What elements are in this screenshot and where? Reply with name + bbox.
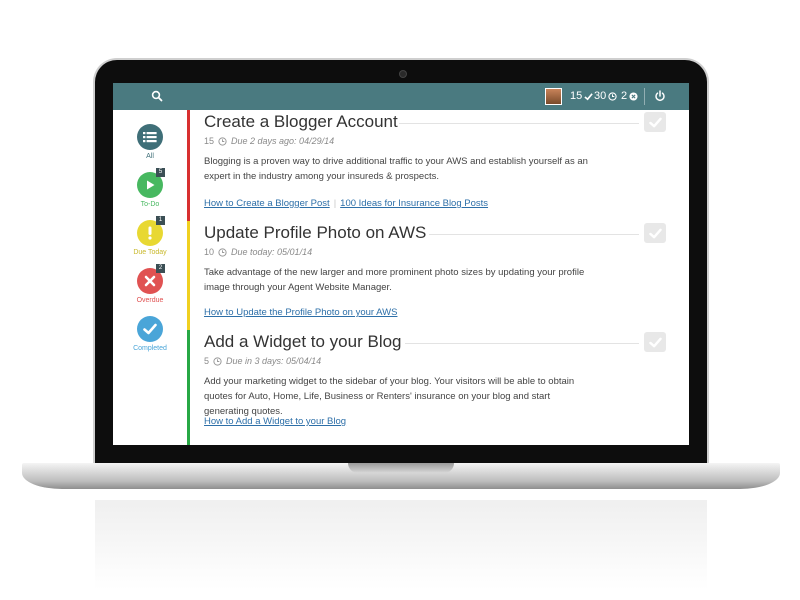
task-due-date: Due today: 05/01/14 (231, 247, 313, 257)
status-bar-overdue (187, 110, 190, 221)
avatar[interactable] (545, 88, 562, 105)
checkmark-icon (648, 117, 662, 127)
task-minutes: 15 (204, 136, 215, 146)
clock-icon (213, 356, 222, 366)
task-link[interactable]: How to Create a Blogger Post (204, 198, 330, 209)
complete-task-button[interactable] (644, 332, 666, 352)
task-title: Create a Blogger Account (204, 112, 398, 131)
sidebar-item-due-today[interactable]: 1 Due Today (113, 216, 187, 256)
task-due-date: Due 2 days ago: 04/29/14 (231, 136, 335, 146)
task-description: Take advantage of the new larger and mor… (204, 267, 585, 293)
play-icon (147, 180, 155, 190)
task-links: How to Create a Blogger Post | 100 Ideas f… (204, 198, 488, 209)
clock-icon (218, 136, 227, 146)
task-description: Add your marketing widget to the sidebar… (204, 376, 575, 417)
task-due-date: Due in 3 days: 05/04/14 (226, 356, 322, 366)
sidebar-item-label: To-Do (140, 201, 160, 208)
completed-count: 15 (570, 90, 583, 102)
search-icon[interactable] (151, 90, 163, 102)
task-link[interactable]: How to Add a Widget to your Blog (204, 416, 346, 427)
app-screen: 15 30 2 All 5 To-Do 1 Due Today 2 Overdu… (113, 83, 689, 445)
status-bar-due-today (187, 221, 190, 330)
title-divider (405, 343, 639, 344)
task-meta: 5 Due in 3 days: 05/04/14 (204, 356, 321, 366)
pending-count: 30 (594, 90, 607, 102)
overdue-count: 2 (621, 90, 628, 102)
clock-icon (218, 247, 227, 257)
power-icon[interactable] (654, 90, 666, 102)
todo-count-badge: 5 (156, 168, 165, 177)
task-link[interactable]: 100 Ideas for Insurance Blog Posts (340, 198, 488, 209)
sidebar-item-completed[interactable]: Completed (113, 316, 187, 352)
pending-stat: 30 (594, 90, 617, 102)
filter-todo-button[interactable]: 5 (137, 168, 165, 198)
task-meta: 15 Due 2 days ago: 04/29/14 (204, 136, 334, 146)
list-icon (143, 132, 157, 143)
checkmark-icon (648, 337, 662, 347)
task-item: Create a Blogger Account 15 Due 2 days a… (187, 110, 689, 221)
task-minutes: 10 (204, 247, 215, 257)
status-bar-upcoming (187, 330, 190, 445)
checkmark-icon (143, 323, 157, 335)
top-bar: 15 30 2 (113, 83, 689, 110)
task-links: How to Add a Widget to your Blog (204, 416, 346, 427)
camera-icon (400, 71, 406, 77)
overdue-stat: 2 (621, 90, 638, 102)
task-title: Add a Widget to your Blog (204, 332, 402, 351)
task-title: Update Profile Photo on AWS (204, 223, 427, 242)
task-link[interactable]: How to Update the Profile Photo on your … (204, 307, 397, 318)
task-minutes: 5 (204, 356, 210, 366)
close-circle-icon (629, 91, 638, 101)
filter-completed-button[interactable] (137, 316, 163, 342)
due-today-count-badge: 1 (156, 216, 165, 225)
checkmark-icon (648, 228, 662, 238)
complete-task-button[interactable] (644, 223, 666, 243)
filter-all-button[interactable] (137, 124, 163, 150)
link-separator: | (333, 198, 337, 209)
close-icon (144, 275, 156, 287)
title-divider (429, 234, 639, 235)
complete-task-button[interactable] (644, 112, 666, 132)
sidebar-item-label: All (146, 153, 154, 160)
title-divider (399, 123, 639, 124)
task-links: How to Update the Profile Photo on your … (204, 307, 397, 318)
task-description: Blogging is a proven way to drive additi… (204, 156, 588, 182)
sidebar-item-label: Completed (133, 345, 167, 352)
filter-sidebar: All 5 To-Do 1 Due Today 2 Overdue Comple… (113, 110, 187, 445)
task-item: Update Profile Photo on AWS 10 Due today… (187, 221, 689, 330)
sidebar-item-label: Overdue (136, 297, 164, 304)
laptop-notch (348, 463, 454, 473)
exclamation-icon (148, 226, 152, 240)
task-item: Add a Widget to your Blog 5 Due in 3 day… (187, 330, 689, 445)
sidebar-item-label: Due Today (133, 249, 167, 256)
filter-due-today-button[interactable]: 1 (137, 216, 165, 246)
sidebar-item-todo[interactable]: 5 To-Do (113, 168, 187, 208)
checkmark-icon (584, 92, 593, 100)
overdue-count-badge: 2 (156, 264, 165, 273)
laptop-reflection (95, 500, 707, 590)
clock-icon (608, 91, 617, 101)
task-meta: 10 Due today: 05/01/14 (204, 247, 312, 257)
topbar-divider (644, 88, 645, 105)
filter-overdue-button[interactable]: 2 (137, 264, 165, 294)
sidebar-item-all[interactable]: All (113, 124, 187, 160)
completed-stat: 15 (570, 90, 593, 102)
sidebar-item-overdue[interactable]: 2 Overdue (113, 264, 187, 304)
